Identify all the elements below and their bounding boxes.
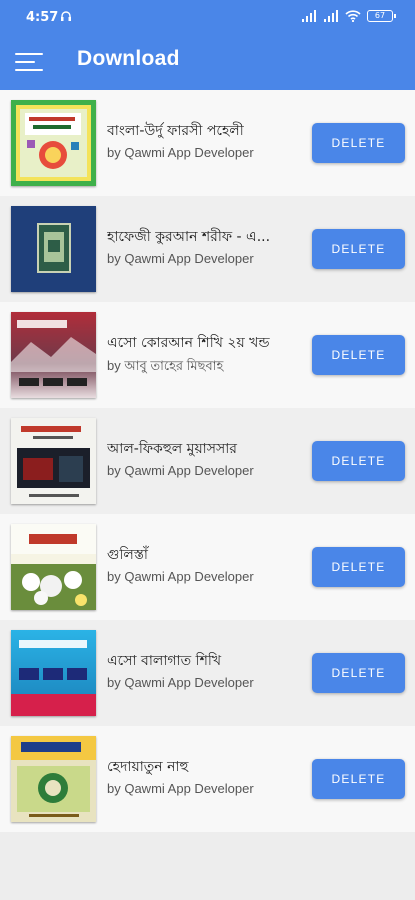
book-author: by আবু তাহের মিছবাহ	[107, 358, 224, 373]
book-cover	[11, 100, 96, 186]
wifi-icon	[345, 10, 361, 22]
book-cover	[11, 630, 96, 716]
book-title: এসো বালাগাত শিখি	[107, 653, 222, 669]
battery-icon: 67	[367, 10, 396, 22]
book-title: আল-ফিকহুল মুয়াসসার	[107, 441, 238, 457]
book-cover	[11, 312, 96, 398]
book-title: এসো কোরআন শিখি ২য় খন্ড	[107, 335, 270, 351]
signal-icon	[302, 10, 316, 22]
book-cover	[11, 418, 96, 504]
delete-button[interactable]: DELETE	[312, 653, 405, 693]
book-title: বাংলা-উর্দু ফারসী পহেলী	[107, 123, 244, 139]
book-title: গুলিস্তাঁ	[107, 547, 148, 563]
delete-button[interactable]: DELETE	[312, 123, 405, 163]
book-author: by Qawmi App Developer	[107, 569, 254, 584]
status-bar: 4:57 67	[0, 0, 415, 36]
list-item[interactable]: গুলিস্তাঁ by Qawmi App Developer DELETE	[0, 514, 415, 620]
list-item[interactable]: হেদায়াতুন নাহু by Qawmi App Developer D…	[0, 726, 415, 832]
hamburger-menu-icon[interactable]	[15, 51, 43, 73]
page-title: Download	[77, 47, 180, 70]
status-time: 4:57	[26, 10, 59, 25]
book-author: by Qawmi App Developer	[107, 675, 254, 690]
book-author: by Qawmi App Developer	[107, 781, 254, 796]
book-author: by Qawmi App Developer	[107, 463, 254, 478]
headset-icon	[61, 11, 71, 21]
delete-button[interactable]: DELETE	[312, 441, 405, 481]
delete-button[interactable]: DELETE	[312, 547, 405, 587]
book-author: by Qawmi App Developer	[107, 145, 254, 160]
list-item[interactable]: বাংলা-উর্দু ফারসী পহেলী by Qawmi App Dev…	[0, 90, 415, 196]
list-item[interactable]: হাফেজী কুরআন শরীফ - এ... by Qawmi App De…	[0, 196, 415, 302]
book-author: by Qawmi App Developer	[107, 251, 254, 266]
book-cover	[11, 524, 96, 610]
signal-icon-2	[324, 10, 338, 22]
delete-button[interactable]: DELETE	[312, 229, 405, 269]
book-title: হেদায়াতুন নাহু	[107, 759, 189, 775]
delete-button[interactable]: DELETE	[312, 759, 405, 799]
list-item[interactable]: এসো কোরআন শিখি ২য় খন্ড by আবু তাহের মিছ…	[0, 302, 415, 408]
book-title: হাফেজী কুরআন শরীফ - এ...	[107, 229, 271, 245]
delete-button[interactable]: DELETE	[312, 335, 405, 375]
book-cover	[11, 736, 96, 822]
list-item[interactable]: আল-ফিকহুল মুয়াসসার by Qawmi App Develop…	[0, 408, 415, 514]
list-item[interactable]: এসো বালাগাত শিখি by Qawmi App Developer …	[0, 620, 415, 726]
app-bar: Download	[0, 36, 415, 90]
book-cover	[11, 206, 96, 292]
